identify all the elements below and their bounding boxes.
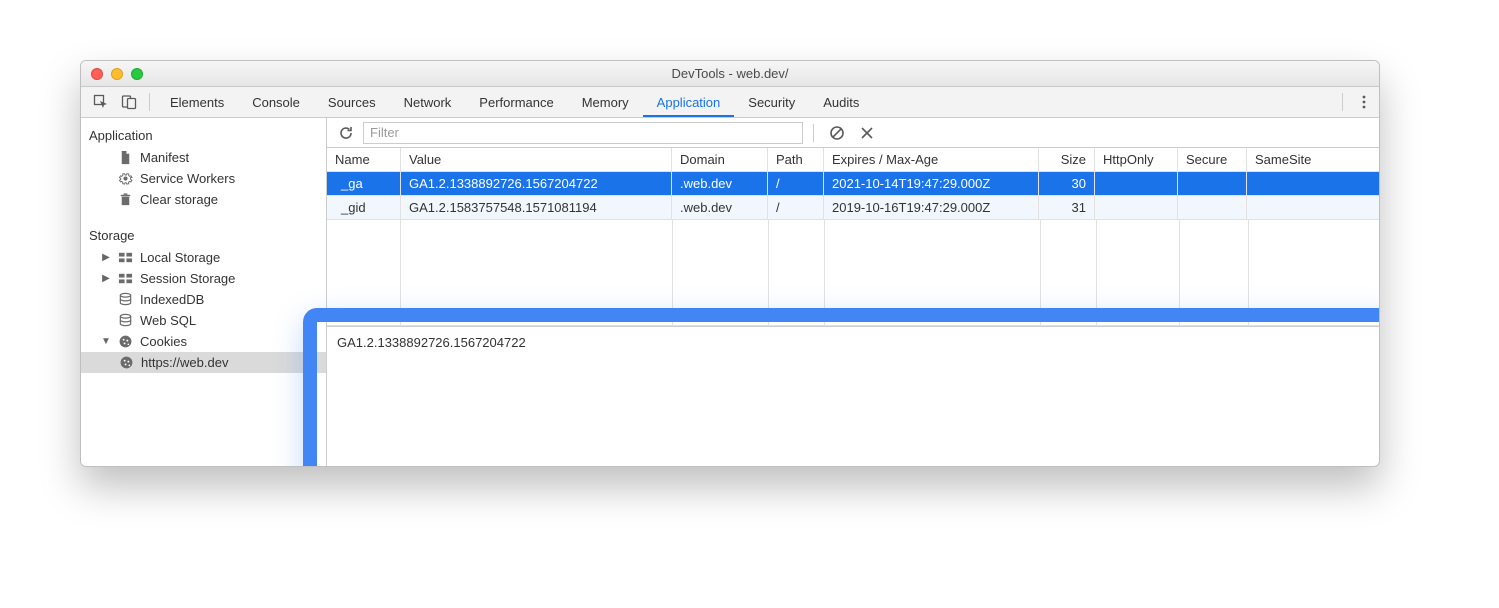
column-header-name[interactable]: Name: [327, 148, 401, 171]
sidebar-item-label: Cookies: [140, 334, 187, 349]
cell-expires-max-age: 2021-10-14T19:47:29.000Z: [824, 172, 1039, 195]
sidebar-item-cookies[interactable]: ▼Cookies: [81, 331, 326, 352]
cell-value: GA1.2.1338892726.1567204722: [401, 172, 672, 195]
column-header-domain[interactable]: Domain: [672, 148, 768, 171]
tab-security[interactable]: Security: [734, 87, 809, 117]
cookies-table-header: NameValueDomainPathExpires / Max-AgeSize…: [327, 148, 1379, 172]
devtools-window: DevTools - web.dev/ ElementsConsoleSourc…: [80, 60, 1380, 467]
tab-performance[interactable]: Performance: [465, 87, 567, 117]
column-header-secure[interactable]: Secure: [1178, 148, 1247, 171]
tab-sources[interactable]: Sources: [314, 87, 390, 117]
cookie-icon: [119, 355, 134, 370]
cell-size: 30: [1039, 172, 1095, 195]
doc-icon: [118, 150, 133, 165]
device-mode-icon[interactable]: [115, 87, 143, 117]
sidebar-item-label: Manifest: [140, 150, 189, 165]
close-window-button[interactable]: [91, 68, 103, 80]
cell-path: /: [768, 172, 824, 195]
tab-application[interactable]: Application: [643, 87, 735, 117]
column-header-path[interactable]: Path: [768, 148, 824, 171]
trash-icon: [118, 192, 133, 207]
cell-httponly: [1095, 196, 1178, 219]
sidebar-group-storage: Storage: [81, 222, 326, 247]
cell-size: 31: [1039, 196, 1095, 219]
cell-domain: .web.dev: [672, 196, 768, 219]
grid-icon: [118, 271, 133, 286]
cell-expires-max-age: 2019-10-16T19:47:29.000Z: [824, 196, 1039, 219]
sidebar-item-label: Web SQL: [140, 313, 196, 328]
titlebar: DevTools - web.dev/: [81, 61, 1379, 87]
cookie-row[interactable]: _gaGA1.2.1338892726.1567204722.web.dev/2…: [327, 172, 1379, 196]
cell-secure: [1178, 172, 1247, 195]
sidebar-item-https-web-dev[interactable]: https://web.dev: [81, 352, 326, 373]
zoom-window-button[interactable]: [131, 68, 143, 80]
db-icon: [118, 292, 133, 307]
refresh-icon[interactable]: [333, 120, 359, 146]
sidebar-item-service-workers[interactable]: ▶Service Workers: [81, 168, 326, 189]
gear-icon: [118, 171, 133, 186]
sidebar-group-application: Application: [81, 122, 326, 147]
tab-audits[interactable]: Audits: [809, 87, 873, 117]
cell-httponly: [1095, 172, 1178, 195]
cell-samesite: [1247, 172, 1367, 195]
sidebar-item-label: https://web.dev: [141, 355, 228, 370]
cell-secure: [1178, 196, 1247, 219]
window-title: DevTools - web.dev/: [81, 66, 1379, 81]
sidebar-item-label: IndexedDB: [140, 292, 204, 307]
column-header-value[interactable]: Value: [401, 148, 672, 171]
sidebar-item-local-storage[interactable]: ▶Local Storage: [81, 247, 326, 268]
filter-input[interactable]: [363, 122, 803, 144]
tab-console[interactable]: Console: [238, 87, 314, 117]
cookie-value-detail: GA1.2.1338892726.1567204722: [327, 326, 1379, 466]
sidebar-item-label: Service Workers: [140, 171, 235, 186]
traffic-lights: [91, 68, 143, 80]
column-header-size[interactable]: Size: [1039, 148, 1095, 171]
db-icon: [118, 313, 133, 328]
cookies-table-body: _gaGA1.2.1338892726.1567204722.web.dev/2…: [327, 172, 1379, 220]
sidebar-item-label: Local Storage: [140, 250, 220, 265]
minimize-window-button[interactable]: [111, 68, 123, 80]
delete-selected-icon[interactable]: [854, 120, 880, 146]
sidebar-item-label: Session Storage: [140, 271, 235, 286]
column-header-expires-max-age[interactable]: Expires / Max-Age: [824, 148, 1039, 171]
column-header-samesite[interactable]: SameSite: [1247, 148, 1367, 171]
cell-domain: .web.dev: [672, 172, 768, 195]
tab-memory[interactable]: Memory: [568, 87, 643, 117]
grid-icon: [118, 250, 133, 265]
cookie-row[interactable]: _gidGA1.2.1583757548.1571081194.web.dev/…: [327, 196, 1379, 220]
cell-value: GA1.2.1583757548.1571081194: [401, 196, 672, 219]
cookies-table-empty-rows: [327, 220, 1379, 326]
sidebar-item-clear-storage[interactable]: ▶Clear storage: [81, 189, 326, 210]
column-header-httponly[interactable]: HttpOnly: [1095, 148, 1178, 171]
inspect-icon[interactable]: [87, 87, 115, 117]
cell-path: /: [768, 196, 824, 219]
tab-elements[interactable]: Elements: [156, 87, 238, 117]
cell-name: _gid: [327, 196, 401, 219]
sidebar-item-label: Clear storage: [140, 192, 218, 207]
cookie-value-text: GA1.2.1338892726.1567204722: [337, 335, 526, 350]
sidebar-item-indexeddb[interactable]: ▶IndexedDB: [81, 289, 326, 310]
sidebar-item-session-storage[interactable]: ▶Session Storage: [81, 268, 326, 289]
more-icon[interactable]: [1349, 87, 1379, 117]
sidebar-item-web-sql[interactable]: ▶Web SQL: [81, 310, 326, 331]
cell-samesite: [1247, 196, 1367, 219]
cookie-icon: [118, 334, 133, 349]
sidebar-item-manifest[interactable]: ▶Manifest: [81, 147, 326, 168]
cell-name: _ga: [327, 172, 401, 195]
devtools-tabbar: ElementsConsoleSourcesNetworkPerformance…: [81, 87, 1379, 118]
application-sidebar: Application▶Manifest▶Service Workers▶Cle…: [81, 118, 327, 466]
cookies-toolbar: [327, 118, 1379, 148]
tab-network[interactable]: Network: [390, 87, 466, 117]
clear-all-icon[interactable]: [824, 120, 850, 146]
cookies-panel: NameValueDomainPathExpires / Max-AgeSize…: [327, 118, 1379, 466]
